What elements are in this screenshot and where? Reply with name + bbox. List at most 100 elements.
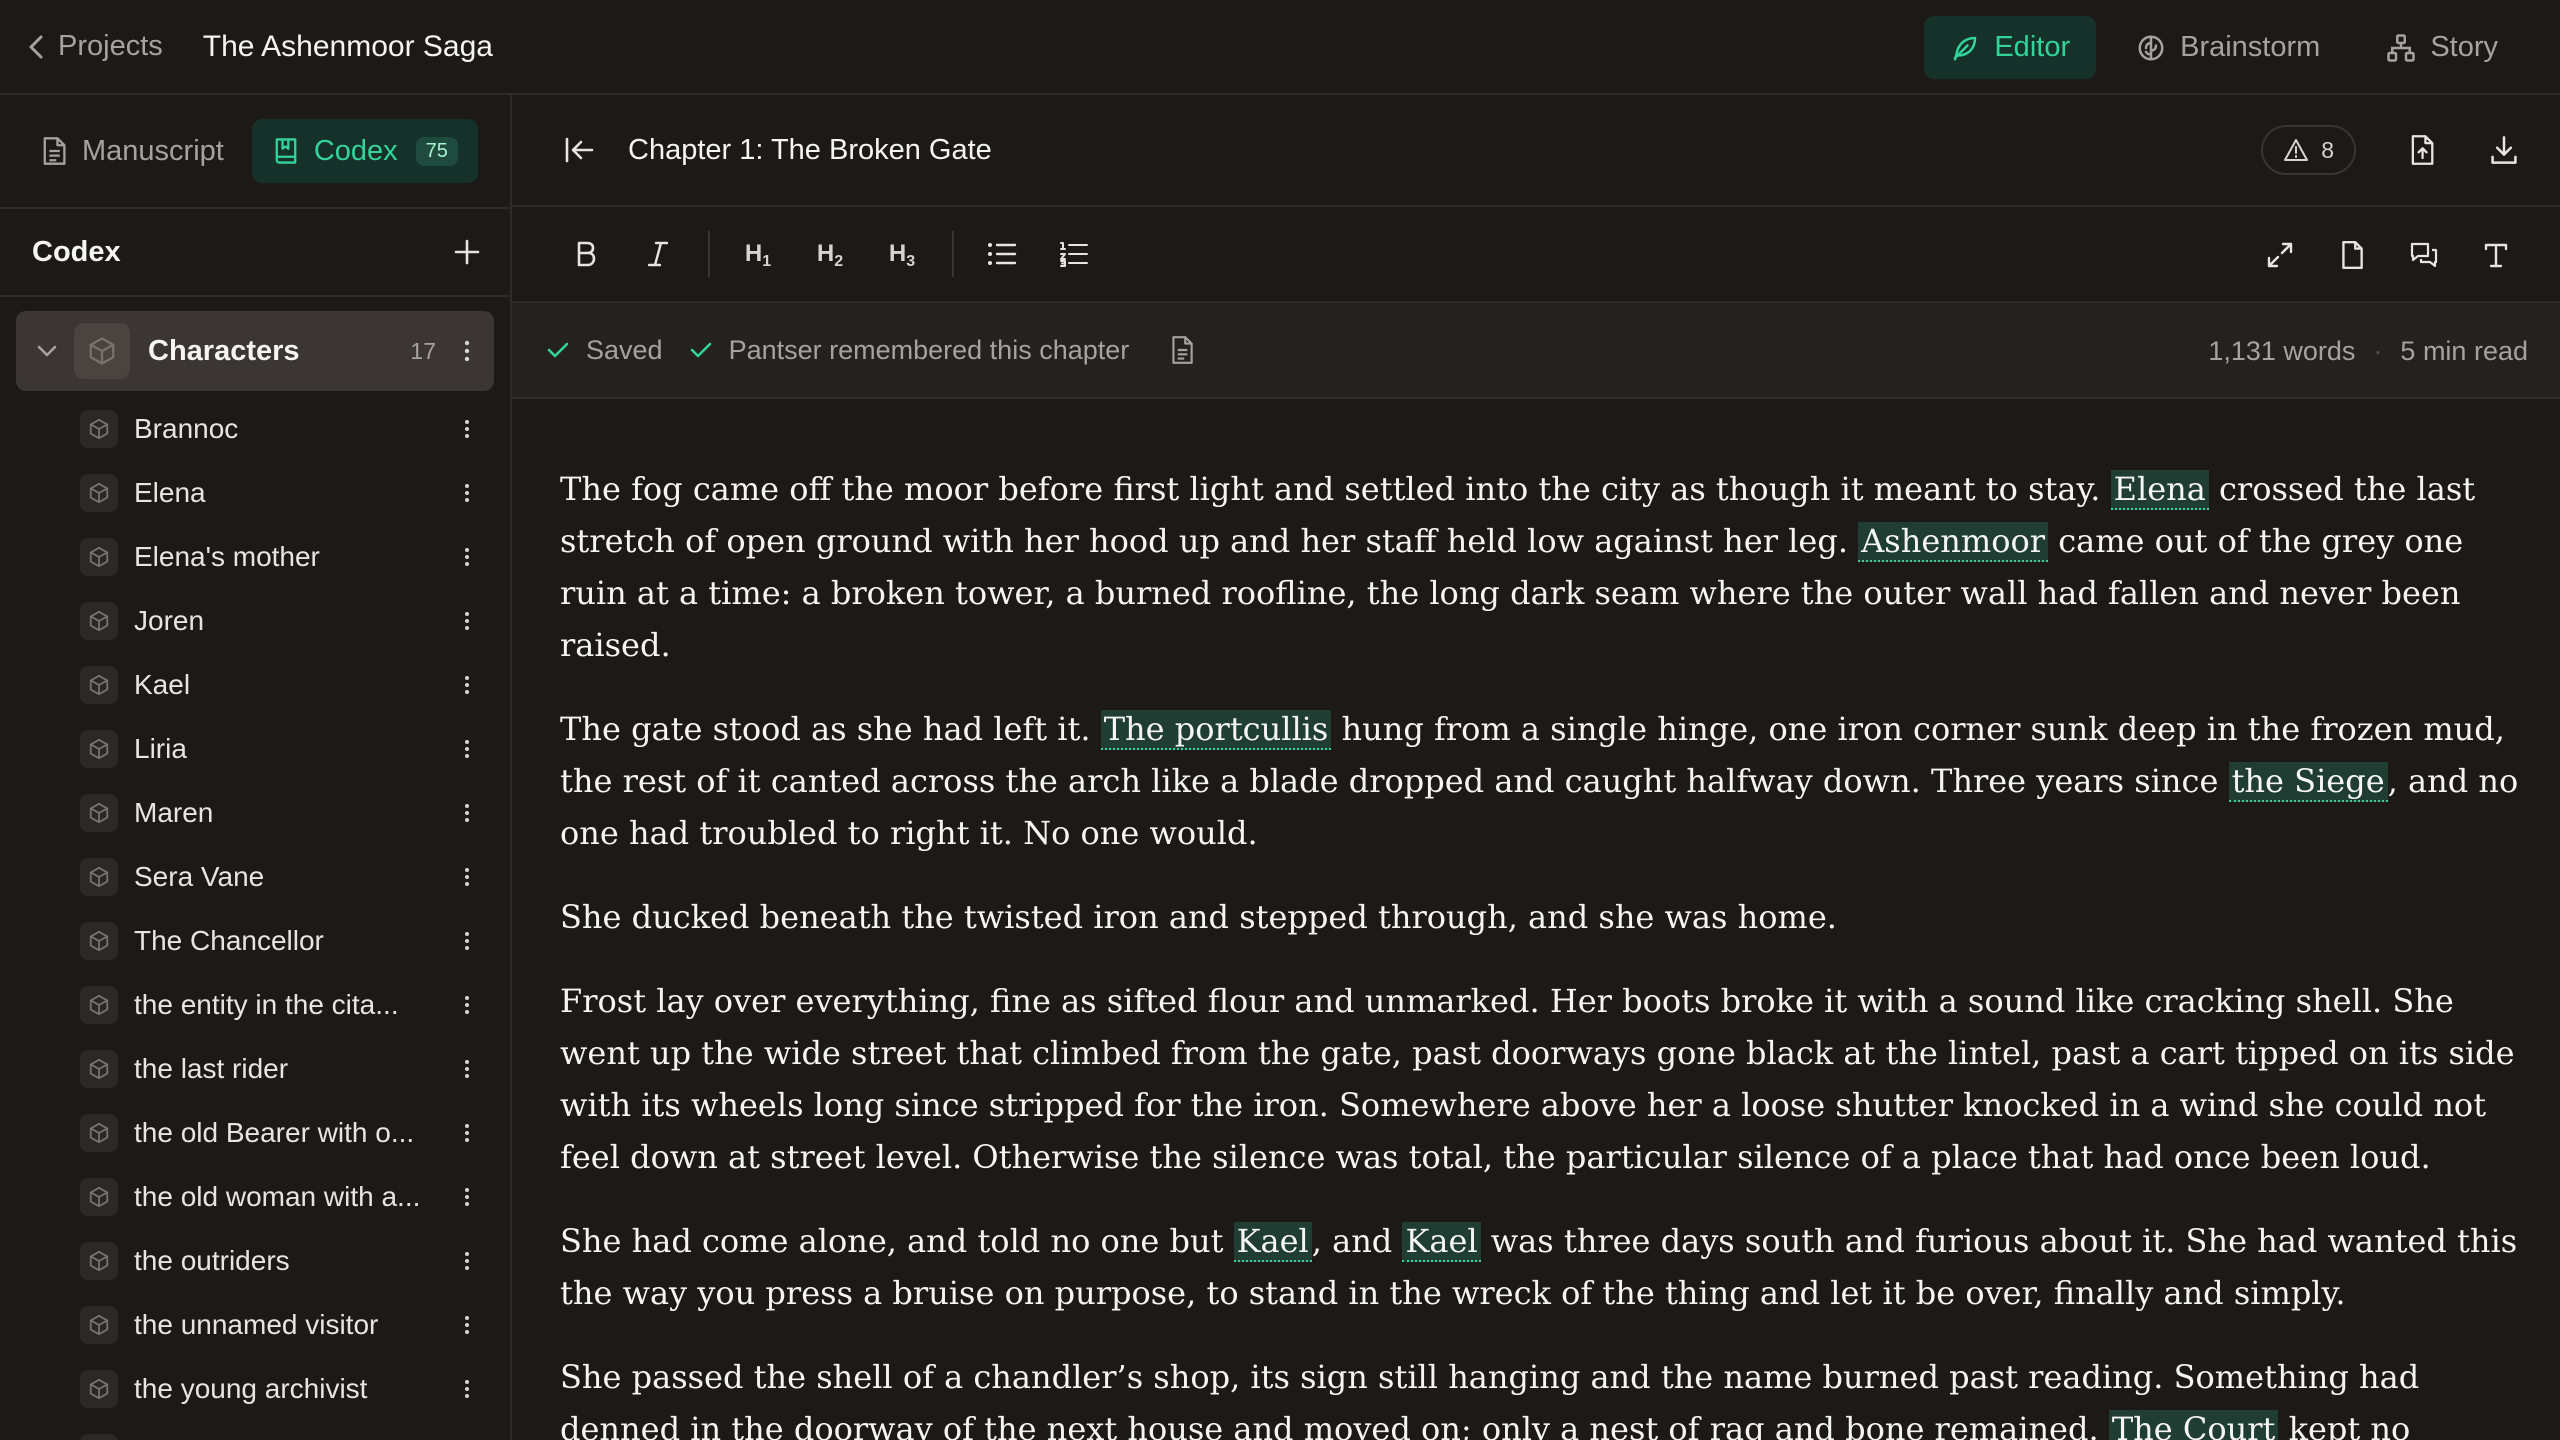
nav-story-button[interactable]: Story [2360,16,2524,79]
codex-mention[interactable]: Elena [2110,470,2209,510]
chevron-down-icon[interactable] [36,344,58,358]
heading3-button[interactable]: H3 [876,228,928,280]
toolbar-separator [708,231,710,277]
codex-mention[interactable]: Kael [1233,1222,1312,1262]
paragraph[interactable]: She passed the shell of a chandler’s sho… [560,1351,2520,1440]
sidebar-tabs: Manuscript Codex 75 [0,95,510,207]
character-name: Joren [134,605,205,636]
paragraph[interactable]: The gate stood as she had left it. The p… [560,703,2520,859]
kebab-menu-icon[interactable] [458,1251,476,1271]
group-characters[interactable]: Characters 17 [16,311,494,391]
comments-icon [2410,242,2438,268]
expand-icon [2267,242,2293,268]
nav-brainstorm-button[interactable]: Brainstorm [2110,16,2346,79]
heading2-button[interactable]: H2 [804,228,856,280]
format-toolbar: H1 H2 H3 [512,207,2560,303]
codex-mention[interactable]: The Court [2108,1410,2279,1440]
kebab-menu-icon[interactable] [458,803,476,823]
character-name: Maren [134,797,214,828]
character-name: the last rider [134,1053,289,1084]
list-item[interactable]: Sera Vane [0,845,510,909]
list-item[interactable]: the old woman with a... [0,1165,510,1229]
page-view-button[interactable] [2326,229,2378,281]
kebab-menu-icon[interactable] [458,867,476,887]
list-item[interactable]: Tobin Hale [0,1421,510,1440]
list-item[interactable]: Maren [0,781,510,845]
kebab-menu-icon[interactable] [458,340,476,362]
list-item[interactable]: Elena [0,461,510,525]
kebab-menu-icon[interactable] [458,611,476,631]
codex-mention[interactable]: Ashenmoor [1858,522,2049,562]
paragraph[interactable]: Frost lay over everything, fine as sifte… [560,975,2520,1183]
kebab-menu-icon[interactable] [458,483,476,503]
character-name: Liria [134,733,187,764]
download-icon[interactable] [2488,134,2520,166]
sitemap-icon [2386,33,2416,63]
list-item[interactable]: Kael [0,653,510,717]
kebab-menu-icon[interactable] [458,1315,476,1335]
remembered-label: Pantser remembered this chapter [728,334,1130,365]
comments-button[interactable] [2398,229,2450,281]
list-item[interactable]: Liria [0,717,510,781]
tab-codex[interactable]: Codex 75 [251,119,478,183]
codex-mention[interactable]: Kael [1402,1222,1481,1262]
chapter-actions: 8 [2261,125,2520,175]
add-entry-button[interactable] [454,239,480,265]
export-document-icon[interactable] [2408,134,2436,166]
list-item[interactable]: the entity in the cita... [0,973,510,1037]
kebab-menu-icon[interactable] [458,1059,476,1079]
check-icon [547,342,569,358]
collapse-sidebar-icon[interactable] [564,136,596,164]
kebab-menu-icon[interactable] [458,1123,476,1143]
list-item[interactable]: the young archivist [0,1357,510,1421]
list-item[interactable]: the last rider [0,1037,510,1101]
document-stats: 1,131 words · 5 min read [2208,303,2528,399]
kebab-menu-icon[interactable] [458,739,476,759]
heading1-button[interactable]: H1 [732,228,784,280]
character-name: Sera Vane [134,861,265,892]
cube-icon [80,1370,118,1408]
fullscreen-button[interactable] [2254,229,2306,281]
codex-mention[interactable]: The portcullis [1100,710,1332,750]
cube-icon [80,858,118,896]
list-item[interactable]: Elena's mother [0,525,510,589]
word-count: 1,131 words [2208,335,2356,366]
codex-mention[interactable]: the Siege [2228,762,2388,802]
cube-icon [80,794,118,832]
list-item[interactable]: Joren [0,589,510,653]
character-name: the old Bearer with o... [134,1117,415,1148]
cube-icon [80,1178,118,1216]
paragraph[interactable]: She had come alone, and told no one but … [560,1215,2520,1319]
kebab-menu-icon[interactable] [458,675,476,695]
list-item[interactable]: the outriders [0,1229,510,1293]
kebab-menu-icon[interactable] [458,1187,476,1207]
kebab-menu-icon[interactable] [458,995,476,1015]
character-name: Brannoc [134,413,239,444]
bold-button[interactable] [560,228,612,280]
list-item[interactable]: Brannoc [0,397,510,461]
tab-codex-label: Codex [313,134,398,167]
numbered-list-button[interactable] [1048,228,1100,280]
nav-editor-button[interactable]: Editor [1924,16,2097,79]
bullet-list-button[interactable] [976,228,1028,280]
kebab-menu-icon[interactable] [458,547,476,567]
notes-document-icon[interactable] [1169,335,1195,365]
typography-button[interactable] [2470,229,2522,281]
warnings-button[interactable]: 8 [2261,125,2356,175]
kebab-menu-icon[interactable] [458,1379,476,1399]
cube-icon [80,986,118,1024]
list-item[interactable]: The Chancellor [0,909,510,973]
character-name: Elena's mother [134,541,320,572]
paragraph[interactable]: She ducked beneath the twisted iron and … [560,891,2520,943]
paragraph[interactable]: The fog came off the moor before first l… [560,463,2520,671]
kebab-menu-icon[interactable] [458,931,476,951]
tab-manuscript[interactable]: Manuscript [20,119,244,183]
list-item[interactable]: the unnamed visitor [0,1293,510,1357]
italic-button[interactable] [632,228,684,280]
list-item[interactable]: the old Bearer with o... [0,1101,510,1165]
kebab-menu-icon[interactable] [458,419,476,439]
manuscript-text[interactable]: The fog came off the moor before first l… [512,399,2560,1440]
cube-icon [80,474,118,512]
back-to-projects-link[interactable]: Projects [28,30,163,63]
h2-icon: H2 [816,240,844,270]
